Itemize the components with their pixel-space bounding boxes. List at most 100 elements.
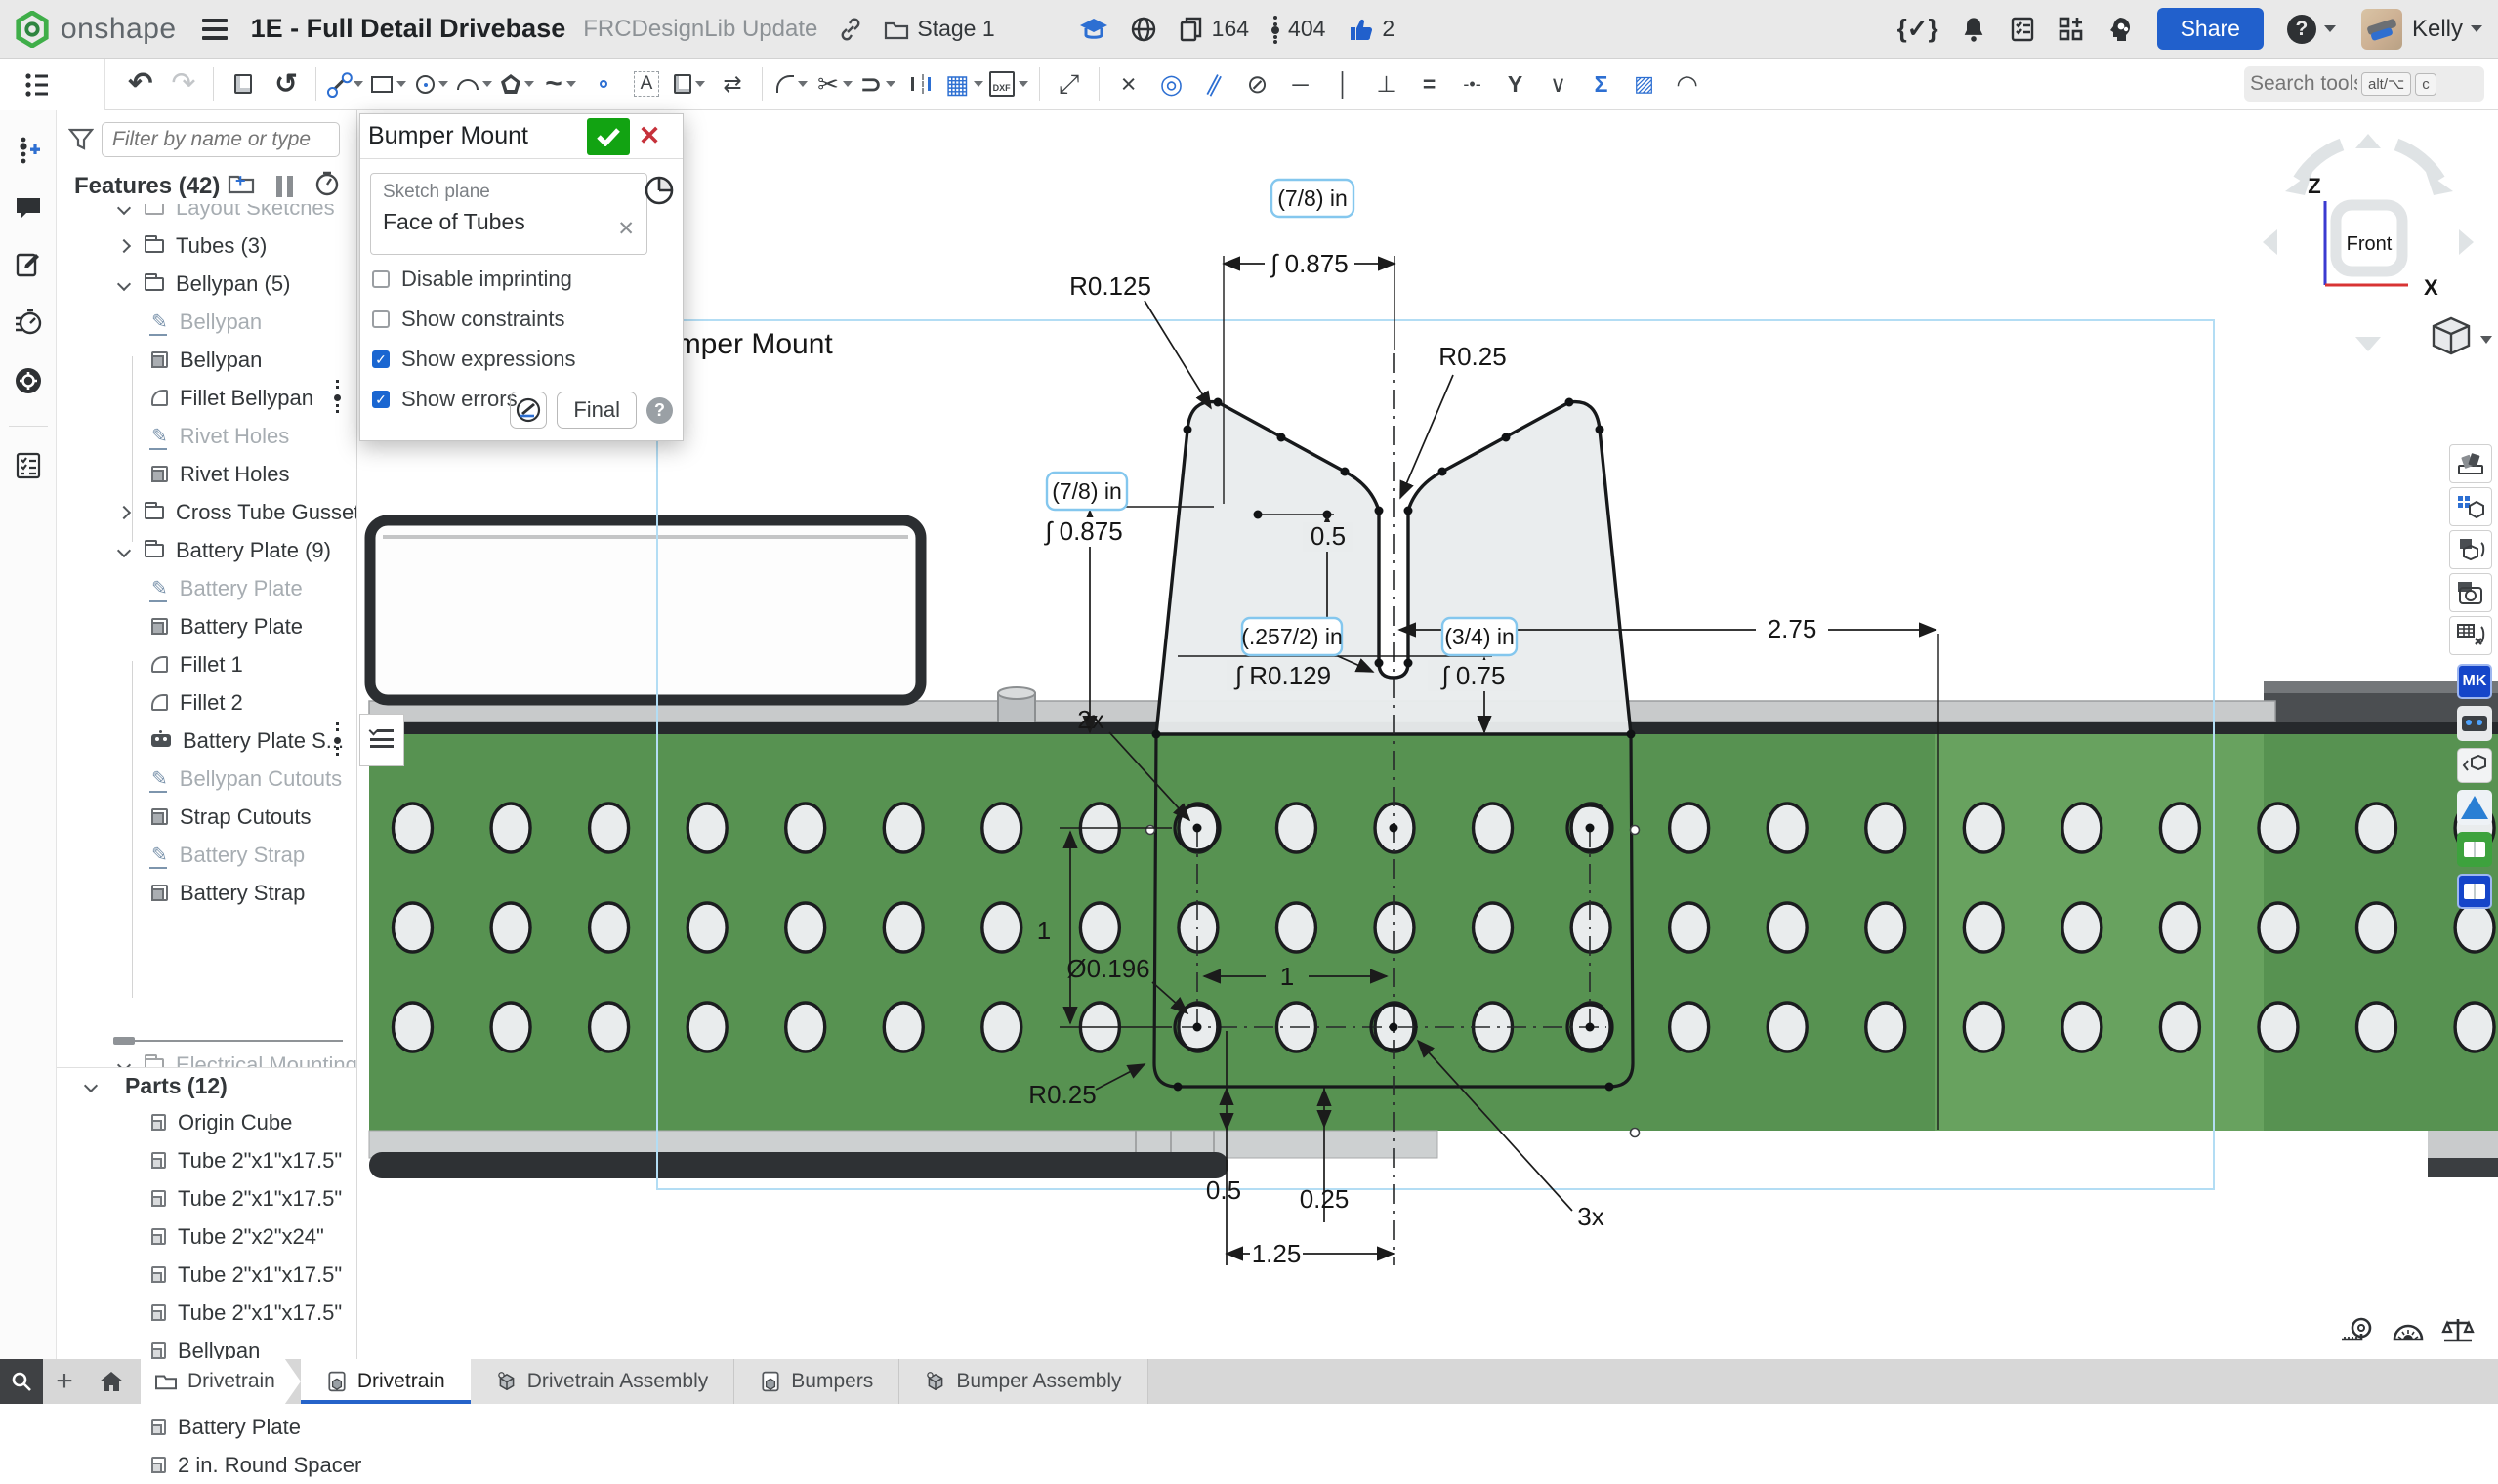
feature-row[interactable]: Layout Sketches xyxy=(57,204,356,227)
curvature-constraint[interactable]: ◠ xyxy=(1666,62,1709,105)
feature-row[interactable]: Battery Plate xyxy=(57,607,356,645)
document-title[interactable]: 1E - Full Detail Drivebase xyxy=(251,14,566,44)
arc-tool[interactable] xyxy=(453,62,496,105)
checkbox-row[interactable]: ✓ Show errors xyxy=(372,387,518,412)
feature-row[interactable]: Bellypan xyxy=(57,341,356,379)
feature-row[interactable]: ✎Bellypan Cutouts xyxy=(57,760,356,798)
feature-row[interactable]: Battery Plate S... xyxy=(57,721,356,760)
scales-icon[interactable] xyxy=(2441,1316,2475,1350)
filter-icon[interactable] xyxy=(68,128,94,151)
import-dxf-tool[interactable]: DXF xyxy=(986,62,1031,105)
pattern-tool[interactable]: ▦ xyxy=(942,62,986,105)
equal-constraint[interactable]: = xyxy=(1408,62,1451,105)
tasks-icon[interactable] xyxy=(2009,16,2036,43)
user-name[interactable]: Kelly xyxy=(2412,16,2463,43)
sketch-name-input[interactable] xyxy=(368,122,587,150)
parts-header-row[interactable]: Parts (12) xyxy=(57,1068,356,1103)
text-tool[interactable]: A xyxy=(625,62,668,105)
feature-list-toggle-button[interactable] xyxy=(0,59,105,110)
redo-button[interactable]: ↷ xyxy=(162,62,205,105)
part-row[interactable]: Tube 2"x1"x17.5" xyxy=(57,1141,356,1179)
pierce-constraint[interactable]: Y xyxy=(1494,62,1537,105)
notes-icon[interactable] xyxy=(15,251,42,283)
sketch-entities-flyout-button[interactable] xyxy=(359,714,404,766)
search-tools-field[interactable]: alt/⌥ c xyxy=(2244,66,2484,102)
mkcad-app-button[interactable]: MK xyxy=(2457,664,2492,699)
document-menu-icon[interactable] xyxy=(202,19,228,40)
feature-row[interactable]: Rivet Holes xyxy=(57,455,356,493)
extrude-icon[interactable] xyxy=(222,62,265,105)
feature-row[interactable]: ✎Battery Plate xyxy=(57,569,356,607)
blue-book-app-button[interactable] xyxy=(2457,874,2492,909)
checklist-icon[interactable] xyxy=(15,452,42,484)
braces-check-icon[interactable]: {✓} xyxy=(1897,14,1938,44)
add-folder-icon[interactable]: + xyxy=(228,173,255,199)
trim-tool[interactable]: ✂ xyxy=(813,62,856,105)
symmetric-constraint[interactable]: Σ xyxy=(1580,62,1623,105)
part-row[interactable]: Battery Plate xyxy=(57,1408,356,1446)
polygon-tool[interactable] xyxy=(496,62,539,105)
part-row[interactable]: Tube 2"x1"x17.5" xyxy=(57,1179,356,1217)
dialog-help-icon[interactable]: ? xyxy=(646,397,673,424)
share-button[interactable]: Share xyxy=(2157,8,2264,50)
user-menu-caret-icon[interactable] xyxy=(2471,25,2482,32)
thumbs-up-icon[interactable] xyxy=(1347,16,1374,43)
mirror-tool[interactable] xyxy=(899,62,942,105)
robot-app-button[interactable] xyxy=(2457,706,2492,741)
feature-row[interactable]: ✎Rivet Holes xyxy=(57,417,356,455)
part-row[interactable]: Tube 2"x2"x24" xyxy=(57,1217,356,1256)
protractor-icon[interactable] xyxy=(2391,1316,2426,1350)
offset-tool[interactable]: ⊃ xyxy=(856,62,899,105)
history-icon[interactable] xyxy=(314,171,340,201)
app-grid-icon[interactable] xyxy=(2058,16,2085,43)
configurations-button[interactable] xyxy=(2449,487,2492,526)
fillet-tool[interactable] xyxy=(770,62,813,105)
ai-head-icon[interactable] xyxy=(2106,16,2134,43)
feature-row[interactable]: Cross Tube Gusset (2) xyxy=(57,493,356,531)
new-tab-button[interactable]: + xyxy=(43,1359,86,1404)
undo-button[interactable]: ↶ xyxy=(119,62,162,105)
view-settings-cube-icon[interactable] xyxy=(2434,318,2492,353)
line-tool[interactable] xyxy=(324,62,367,105)
variables-button[interactable] xyxy=(2449,530,2492,569)
point-tool[interactable] xyxy=(582,62,625,105)
checkbox-row[interactable]: Disable imprinting xyxy=(372,267,572,292)
dimension-tool[interactable]: ⤢ xyxy=(1048,62,1091,105)
coincident-constraint[interactable]: × xyxy=(1107,62,1150,105)
feature-row[interactable]: Fillet 1 xyxy=(57,645,356,683)
onshape-logo-icon[interactable] xyxy=(14,11,51,48)
tab-drivetrain-assembly[interactable]: Drivetrain Assembly xyxy=(471,1359,735,1404)
part-row[interactable]: Origin Cube xyxy=(57,1103,356,1141)
part-row[interactable]: 2 in. Round Spacer xyxy=(57,1446,356,1484)
revolve-icon[interactable]: ↺ xyxy=(265,62,308,105)
tangent-constraint[interactable]: ⊘ xyxy=(1236,62,1279,105)
green-book-app-button[interactable] xyxy=(2457,832,2492,867)
feature-row[interactable]: Fillet 2 xyxy=(57,683,356,721)
search-tabs-button[interactable] xyxy=(0,1359,43,1404)
view-cube[interactable]: Front Z X xyxy=(2263,134,2492,353)
sketch-view-button[interactable] xyxy=(510,392,547,429)
performance-icon[interactable] xyxy=(14,309,43,341)
confirm-button[interactable] xyxy=(587,118,630,155)
tab-drivetrain[interactable]: Drivetrain xyxy=(301,1359,471,1404)
feature-row[interactable]: Strap Cutouts xyxy=(57,798,356,836)
cancel-button[interactable]: ✕ xyxy=(630,118,669,155)
rollback-bar[interactable] xyxy=(57,1036,356,1046)
tape-measure-icon[interactable] xyxy=(2340,1316,2375,1350)
peak-app-button[interactable] xyxy=(2457,790,2492,825)
tables-button[interactable] xyxy=(2449,616,2492,655)
selection-pie-icon[interactable] xyxy=(644,175,675,211)
appearance-button[interactable] xyxy=(2449,444,2492,483)
versions-icon[interactable] xyxy=(16,136,41,170)
vertical-constraint[interactable]: │ xyxy=(1322,62,1365,105)
feature-row[interactable]: Battery Strap xyxy=(57,874,356,912)
home-tab-button[interactable] xyxy=(86,1359,137,1404)
pause-icon[interactable] xyxy=(276,176,293,197)
perpendicular-constraint[interactable]: ⊥ xyxy=(1365,62,1408,105)
checkbox-row[interactable]: Show constraints xyxy=(372,307,565,332)
named-views-button[interactable] xyxy=(2449,573,2492,612)
globe-icon[interactable] xyxy=(1130,16,1157,43)
feature-row[interactable]: Fillet Bellypan xyxy=(57,379,356,417)
search-tools-input[interactable] xyxy=(2250,72,2357,96)
bell-icon[interactable] xyxy=(1960,16,1987,43)
